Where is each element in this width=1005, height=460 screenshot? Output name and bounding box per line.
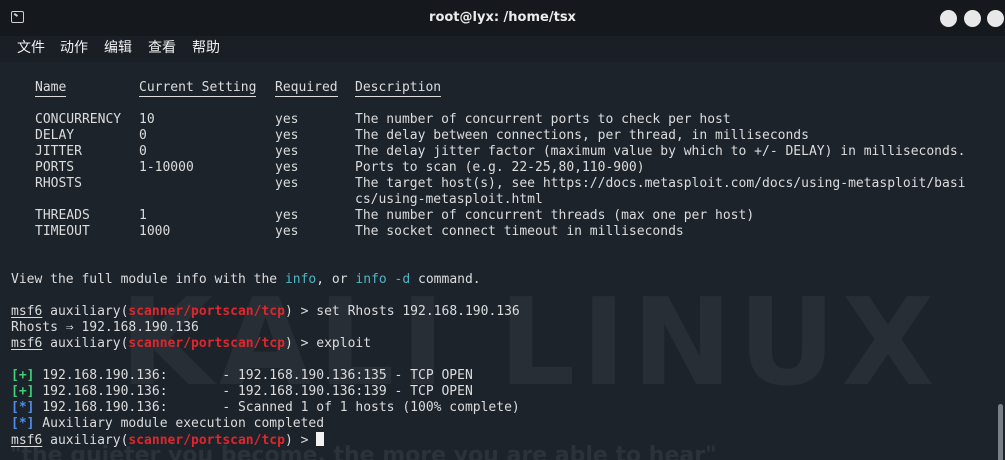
option-name: TIMEOUT [35, 224, 90, 239]
msf-prompt-label: msf6 [11, 304, 43, 319]
option-name: RHOSTS [35, 176, 82, 191]
option-required: yes [275, 208, 299, 223]
rhosts-echo-line: Rhosts ⇒ 192.168.190.136 [11, 320, 199, 335]
table-header-cell: Description [355, 80, 442, 95]
text-cursor[interactable] [316, 432, 325, 446]
module-name: scanner/portscan/tcp [128, 336, 285, 351]
close-button[interactable] [987, 10, 1004, 27]
info-command: info [284, 272, 317, 287]
option-required: yes [275, 224, 299, 239]
option-name: JITTER [35, 144, 82, 159]
option-required: yes [275, 176, 299, 191]
terminal-scrollbar[interactable] [998, 404, 1003, 460]
result-text: 192.168.190.136: - 192.168.190.136:139 -… [34, 384, 473, 399]
option-required: yes [275, 144, 299, 159]
option-setting: 1000 [139, 224, 171, 239]
minimize-button[interactable] [940, 10, 957, 27]
menu-actions[interactable]: 动作 [60, 37, 88, 57]
option-name: PORTS [35, 160, 75, 175]
option-name: DELAY [35, 128, 75, 143]
option-description: The delay between connections, per threa… [355, 128, 809, 143]
table-header-cell: Required [275, 80, 338, 95]
terminal-output[interactable]: KALI LINUX "the quieter you become, the … [0, 62, 1005, 460]
header-underline [139, 96, 257, 97]
msf-prompt-label: msf6 [11, 433, 43, 448]
option-name: THREADS [35, 208, 90, 223]
msf-prompt-line: msf6 auxiliary(scanner/portscan/tcp) > s… [11, 304, 520, 319]
menu-bar: 文件 动作 编辑 查看 帮助 [0, 36, 1005, 62]
result-line: [+] 192.168.190.136: - 192.168.190.136:1… [11, 384, 473, 400]
status-tag: [*] [11, 400, 35, 415]
msf-prompt-line: msf6 auxiliary(scanner/portscan/tcp) > e… [11, 336, 372, 351]
result-line: [*] 192.168.190.136: - Scanned 1 of 1 ho… [11, 400, 520, 416]
result-text: 192.168.190.136: - 192.168.190.136:135 -… [34, 368, 473, 383]
module-name: scanner/portscan/tcp [128, 304, 285, 319]
option-description: cs/using-metasploit.html [355, 192, 543, 207]
table-header-cell: Name [35, 80, 67, 95]
header-underline [35, 96, 67, 97]
info-line: View the full module info with the info,… [11, 272, 481, 287]
option-setting: 10 [139, 112, 155, 127]
info-d-command: info -d [355, 272, 411, 287]
option-setting: 0 [139, 128, 147, 143]
option-description: The socket connect timeout in millisecon… [355, 224, 684, 239]
command-text: set Rhosts 192.168.190.136 [316, 304, 520, 319]
option-required: yes [275, 128, 299, 143]
option-required: yes [275, 160, 299, 175]
window-titlebar[interactable]: root@lyx: /home/tsx [0, 0, 1005, 36]
command-text: exploit [316, 336, 372, 351]
menu-file[interactable]: 文件 [17, 37, 45, 57]
header-underline [355, 96, 442, 97]
option-description: Ports to scan (e.g. 22-25,80,110-900) [355, 160, 645, 175]
table-header-cell: Current Setting [139, 80, 257, 95]
result-line: [*] Auxiliary module execution completed [11, 416, 324, 432]
result-text: 192.168.190.136: - Scanned 1 of 1 hosts … [34, 400, 520, 415]
status-tag: [+] [11, 368, 35, 383]
option-description: The number of concurrent ports to check … [355, 112, 731, 127]
option-description: The delay jitter factor (maximum value b… [355, 144, 966, 159]
option-setting: 1-10000 [139, 160, 194, 175]
option-name: CONCURRENCY [35, 112, 122, 127]
option-setting: 1 [139, 208, 147, 223]
window-title: root@lyx: /home/tsx [429, 10, 576, 25]
option-setting: 0 [139, 144, 147, 159]
header-underline [275, 96, 338, 97]
option-description: The number of concurrent threads (max on… [355, 208, 755, 223]
menu-view[interactable]: 查看 [148, 37, 176, 57]
option-description: The target host(s), see https://docs.met… [355, 176, 966, 191]
option-required: yes [275, 112, 299, 127]
result-text: Auxiliary module execution completed [34, 416, 325, 431]
module-name: scanner/portscan/tcp [128, 433, 285, 448]
result-line: [+] 192.168.190.136: - 192.168.190.136:1… [11, 368, 473, 384]
msf-prompt-label: msf6 [11, 336, 43, 351]
menu-help[interactable]: 帮助 [192, 37, 220, 57]
status-tag: [*] [11, 416, 35, 431]
maximize-button[interactable] [964, 10, 981, 27]
status-tag: [+] [11, 384, 35, 399]
menu-edit[interactable]: 编辑 [104, 37, 132, 57]
msf-prompt-line: msf6 auxiliary(scanner/portscan/tcp) > [11, 432, 325, 448]
